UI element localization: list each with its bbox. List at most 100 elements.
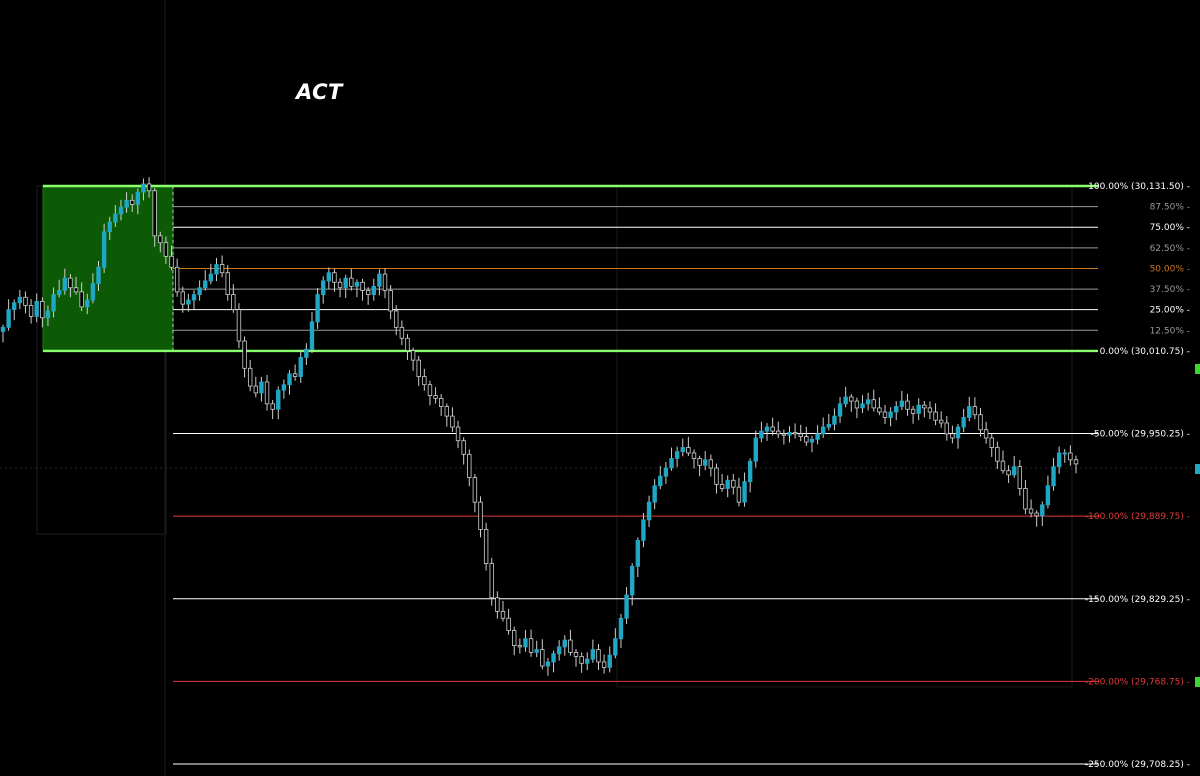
fib-label-1: 87.50% -: [1150, 203, 1190, 213]
candle-166: [933, 411, 938, 421]
candle-106: [596, 649, 601, 663]
candle-0: [0, 326, 6, 332]
candle-120: [674, 451, 680, 459]
candle-11: [62, 277, 67, 291]
candle-58: [326, 272, 332, 282]
candle-27: [152, 190, 157, 237]
candle-8: [45, 310, 51, 319]
candle-62: [349, 277, 354, 287]
candle-76: [427, 384, 433, 397]
candle-86: [483, 529, 489, 564]
candle-46: [259, 381, 264, 394]
candle-5: [28, 305, 34, 317]
candle-131: [736, 486, 742, 503]
candle-158: [888, 411, 893, 418]
candle-33: [186, 299, 191, 305]
candle-144: [809, 438, 815, 443]
candle-103: [579, 656, 584, 664]
candle-80: [450, 415, 455, 428]
candle-37: [208, 273, 214, 282]
candle-20: [113, 213, 118, 223]
candle-29: [163, 242, 169, 257]
candle-88: [495, 597, 500, 612]
candle-122: [686, 447, 691, 454]
candle-162: [910, 408, 916, 414]
candle-23: [130, 199, 135, 205]
candle-72: [405, 337, 410, 351]
candle-40: [225, 272, 230, 295]
candle-15: [85, 299, 90, 308]
candle-53: [298, 356, 303, 377]
candle-134: [753, 437, 758, 462]
candle-6: [34, 300, 39, 317]
candle-176: [989, 437, 994, 448]
candle-183: [1028, 508, 1034, 514]
candle-79: [444, 406, 450, 417]
candle-114: [641, 519, 646, 541]
marker-top: [1195, 364, 1200, 374]
candle-182: [1023, 488, 1028, 510]
fib-label-13: -250.00% (29,708.25) -: [1085, 760, 1190, 770]
candle-97: [545, 661, 551, 667]
candle-65: [365, 290, 371, 295]
candle-179: [1006, 470, 1011, 476]
candle-67: [377, 273, 382, 287]
candle-93: [523, 638, 528, 648]
candle-28: [158, 235, 163, 244]
candle-136: [764, 426, 770, 432]
candle-34: [191, 294, 197, 301]
candle-42: [236, 309, 242, 342]
candle-83: [467, 453, 472, 478]
candle-107: [601, 661, 607, 668]
candle-54: [304, 348, 309, 358]
candle-111: [624, 594, 629, 619]
candle-82: [461, 440, 466, 455]
candle-44: [247, 367, 253, 387]
candle-95: [534, 649, 539, 653]
candle-185: [1040, 504, 1045, 517]
candle-69: [388, 290, 393, 312]
candle-51: [287, 373, 292, 386]
candle-148: [832, 415, 837, 425]
candle-94: [528, 638, 534, 653]
candle-173: [972, 406, 978, 416]
candle-89: [500, 610, 506, 619]
candle-104: [585, 658, 590, 664]
candle-64: [360, 281, 365, 291]
candle-160: [899, 400, 905, 407]
fib-label-9: -50.00% (29,950.25) -: [1091, 430, 1190, 440]
fib-label-4: 50.00% -: [1150, 264, 1190, 274]
candle-167: [938, 419, 944, 424]
candle-99: [556, 646, 562, 655]
candle-118: [663, 467, 669, 477]
candle-145: [815, 433, 820, 440]
candle-112: [629, 565, 635, 596]
candle-123: [691, 452, 697, 459]
right-frame: [616, 185, 1073, 688]
fib-label-8: 0.00% (30,010.75) -: [1100, 347, 1190, 357]
candle-155: [871, 399, 876, 409]
candle-190: [1068, 452, 1073, 461]
candle-78: [438, 397, 444, 407]
candle-119: [669, 458, 674, 469]
candle-9: [51, 294, 56, 312]
candle-85: [478, 501, 483, 530]
candle-25: [141, 183, 146, 193]
candle-140: [787, 432, 792, 436]
candle-81: [455, 426, 461, 442]
candle-66: [371, 285, 376, 295]
candle-191: [1073, 459, 1079, 465]
candle-100: [562, 639, 567, 648]
candle-19: [107, 221, 112, 233]
candle-61: [343, 277, 348, 289]
candle-39: [219, 264, 225, 274]
marker-current: [1195, 464, 1200, 474]
candle-181: [1017, 466, 1023, 489]
candle-47: [264, 381, 270, 405]
candle-87: [489, 563, 494, 599]
candle-105: [590, 649, 596, 660]
candle-170: [955, 426, 961, 439]
candle-177: [995, 447, 1000, 462]
candle-84: [472, 477, 478, 503]
candle-127: [714, 467, 719, 485]
